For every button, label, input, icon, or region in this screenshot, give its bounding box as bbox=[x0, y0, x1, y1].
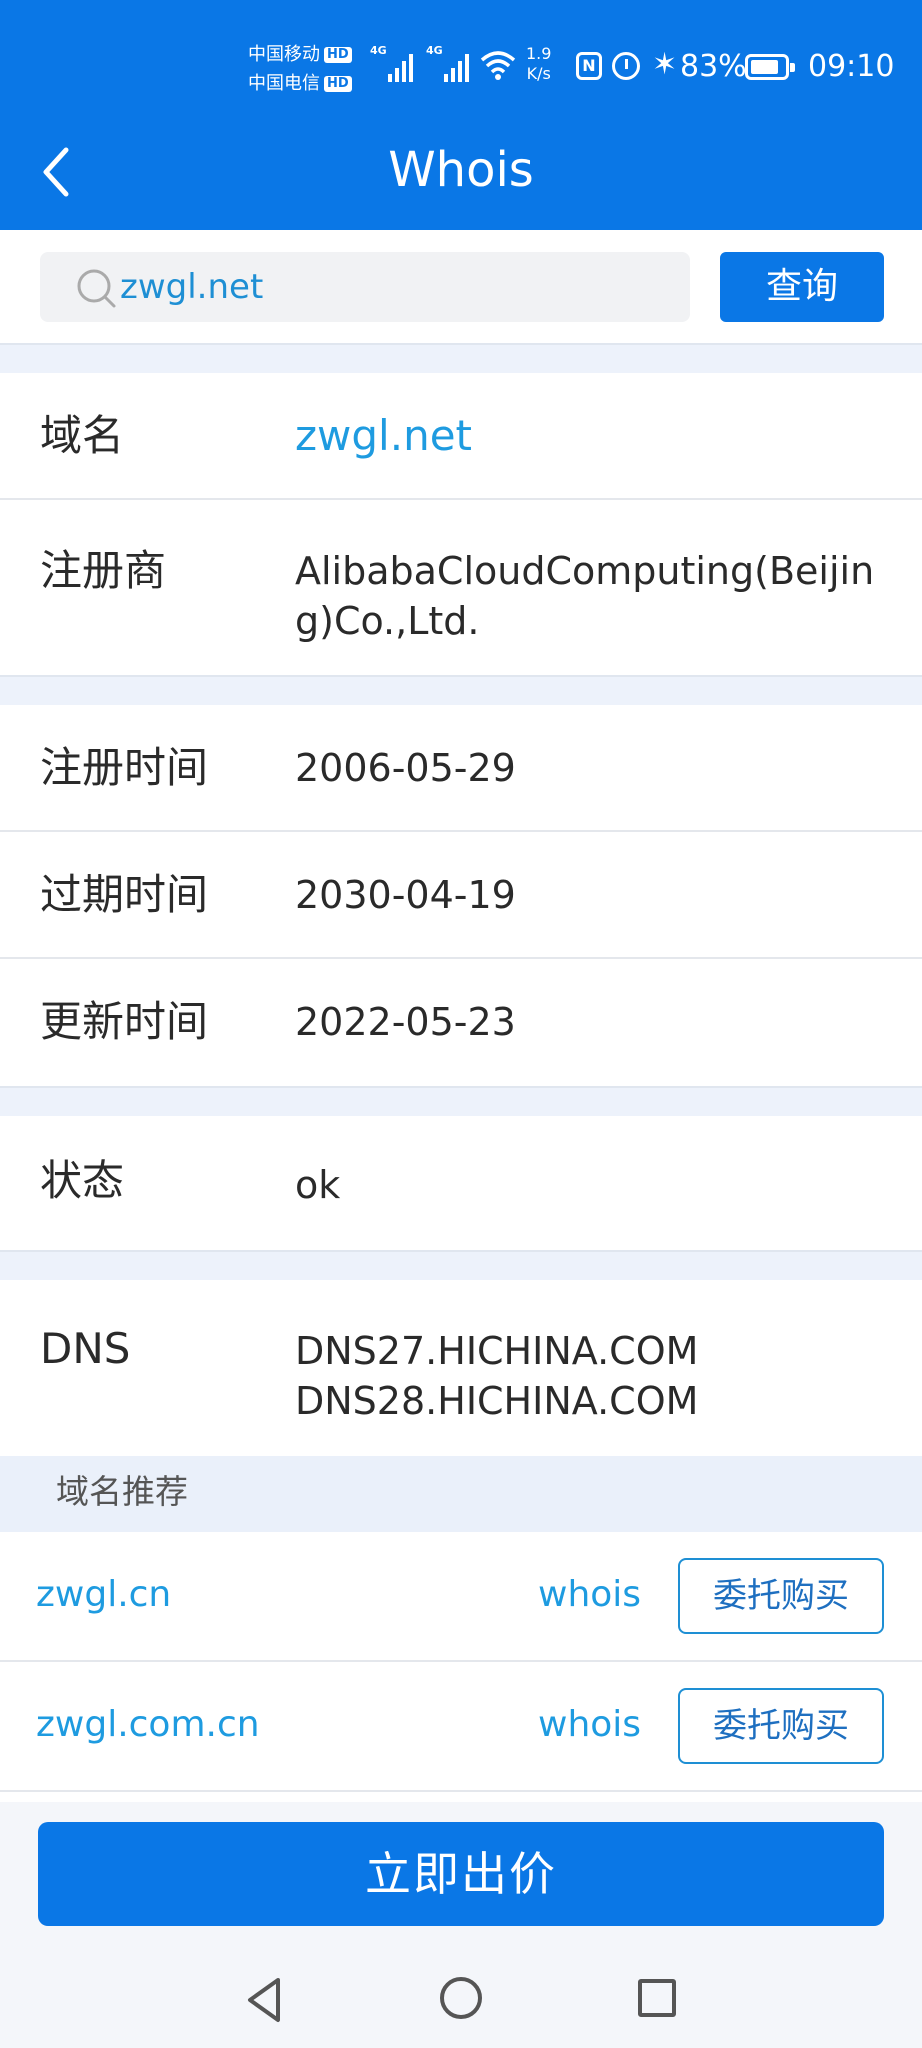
clock: 09:10 bbox=[808, 49, 895, 84]
carrier-info: 中国移动 HD 中国电信 HD bbox=[248, 40, 352, 98]
network-type-label: 4G bbox=[426, 44, 443, 57]
network-speed: 1.9 K/s bbox=[526, 44, 552, 83]
battery-percent: 83% bbox=[680, 49, 747, 84]
status-row: 状态 ok bbox=[0, 1116, 922, 1250]
expire-value: 2030-04-19 bbox=[295, 873, 516, 917]
recommend-title: 域名推荐 bbox=[56, 1472, 188, 1511]
section-divider bbox=[0, 1250, 922, 1280]
nav-back-icon[interactable] bbox=[244, 1976, 284, 2024]
battery-icon bbox=[745, 54, 795, 80]
nav-recent-apps-icon[interactable] bbox=[638, 1979, 676, 2017]
list-item: zwgl.cn whois 委托购买 bbox=[0, 1532, 922, 1662]
update-label: 更新时间 bbox=[40, 997, 209, 1046]
signal-icon: 4G bbox=[426, 44, 470, 82]
registrar-value: AlibabaCloudComputing(Beijing)Co.,Ltd. bbox=[295, 549, 875, 643]
alarm-icon bbox=[612, 52, 640, 80]
nfc-icon: N bbox=[576, 52, 602, 80]
recommend-header: 域名推荐 bbox=[0, 1456, 922, 1532]
update-value: 2022-05-23 bbox=[295, 1000, 516, 1044]
recommend-domain[interactable]: zwgl.com.cn bbox=[36, 1702, 260, 1748]
section-divider bbox=[0, 1086, 922, 1116]
whois-link[interactable]: whois bbox=[538, 1572, 641, 1618]
section-divider bbox=[0, 675, 922, 705]
update-row: 更新时间 2022-05-23 bbox=[0, 959, 922, 1086]
registrar-row: 注册商 AlibabaCloudComputing(Beijing)Co.,Lt… bbox=[0, 500, 922, 675]
recommend-domain[interactable]: zwgl.cn bbox=[36, 1572, 171, 1618]
carrier-2: 中国电信 bbox=[248, 73, 320, 94]
section-divider bbox=[0, 343, 922, 373]
whois-link[interactable]: whois bbox=[538, 1702, 641, 1748]
list-item: zwgl.com.cn whois 委托购买 bbox=[0, 1662, 922, 1792]
search-icon bbox=[77, 269, 116, 308]
registrar-label: 注册商 bbox=[40, 546, 167, 595]
carrier-1: 中国移动 bbox=[248, 44, 320, 65]
dns-label: DNS bbox=[40, 1324, 131, 1373]
search-box[interactable] bbox=[40, 252, 690, 322]
page-title: Whois bbox=[388, 142, 534, 198]
expire-row: 过期时间 2030-04-19 bbox=[0, 832, 922, 959]
reg-time-row: 注册时间 2006-05-29 bbox=[0, 705, 922, 832]
bluetooth-icon: ✶ bbox=[652, 47, 678, 82]
expire-label: 过期时间 bbox=[40, 870, 209, 919]
entrust-buy-button[interactable]: 委托购买 bbox=[678, 1558, 884, 1634]
status-value: ok bbox=[295, 1163, 341, 1207]
dns-value-1: DNS27.HICHINA.COM bbox=[295, 1329, 699, 1373]
reg-time-label: 注册时间 bbox=[40, 743, 209, 792]
bid-now-button[interactable]: 立即出价 bbox=[38, 1822, 884, 1926]
reg-time-value: 2006-05-29 bbox=[295, 746, 516, 790]
hd-badge: HD bbox=[324, 76, 352, 92]
hd-badge: HD bbox=[324, 47, 352, 63]
domain-value[interactable]: zwgl.net bbox=[295, 411, 895, 461]
dns-row: DNS DNS27.HICHINA.COM DNS28.HICHINA.COM bbox=[0, 1280, 922, 1456]
wifi-icon bbox=[480, 51, 516, 80]
search-input[interactable] bbox=[120, 252, 660, 322]
status-bar: 中国移动 HD 中国电信 HD 4G 4G 1.9 K/s N ✶ 83% 09:1… bbox=[0, 0, 922, 135]
dns-value-2: DNS28.HICHINA.COM bbox=[295, 1379, 699, 1423]
search-button[interactable]: 查询 bbox=[720, 252, 884, 322]
signal-icon: 4G bbox=[370, 44, 414, 82]
entrust-buy-button[interactable]: 委托购买 bbox=[678, 1688, 884, 1764]
status-label: 状态 bbox=[40, 1156, 125, 1205]
network-type-label: 4G bbox=[370, 44, 387, 57]
domain-label: 域名 bbox=[40, 411, 125, 460]
nav-home-icon[interactable] bbox=[440, 1977, 482, 2019]
domain-row: 域名 zwgl.net bbox=[0, 373, 922, 500]
